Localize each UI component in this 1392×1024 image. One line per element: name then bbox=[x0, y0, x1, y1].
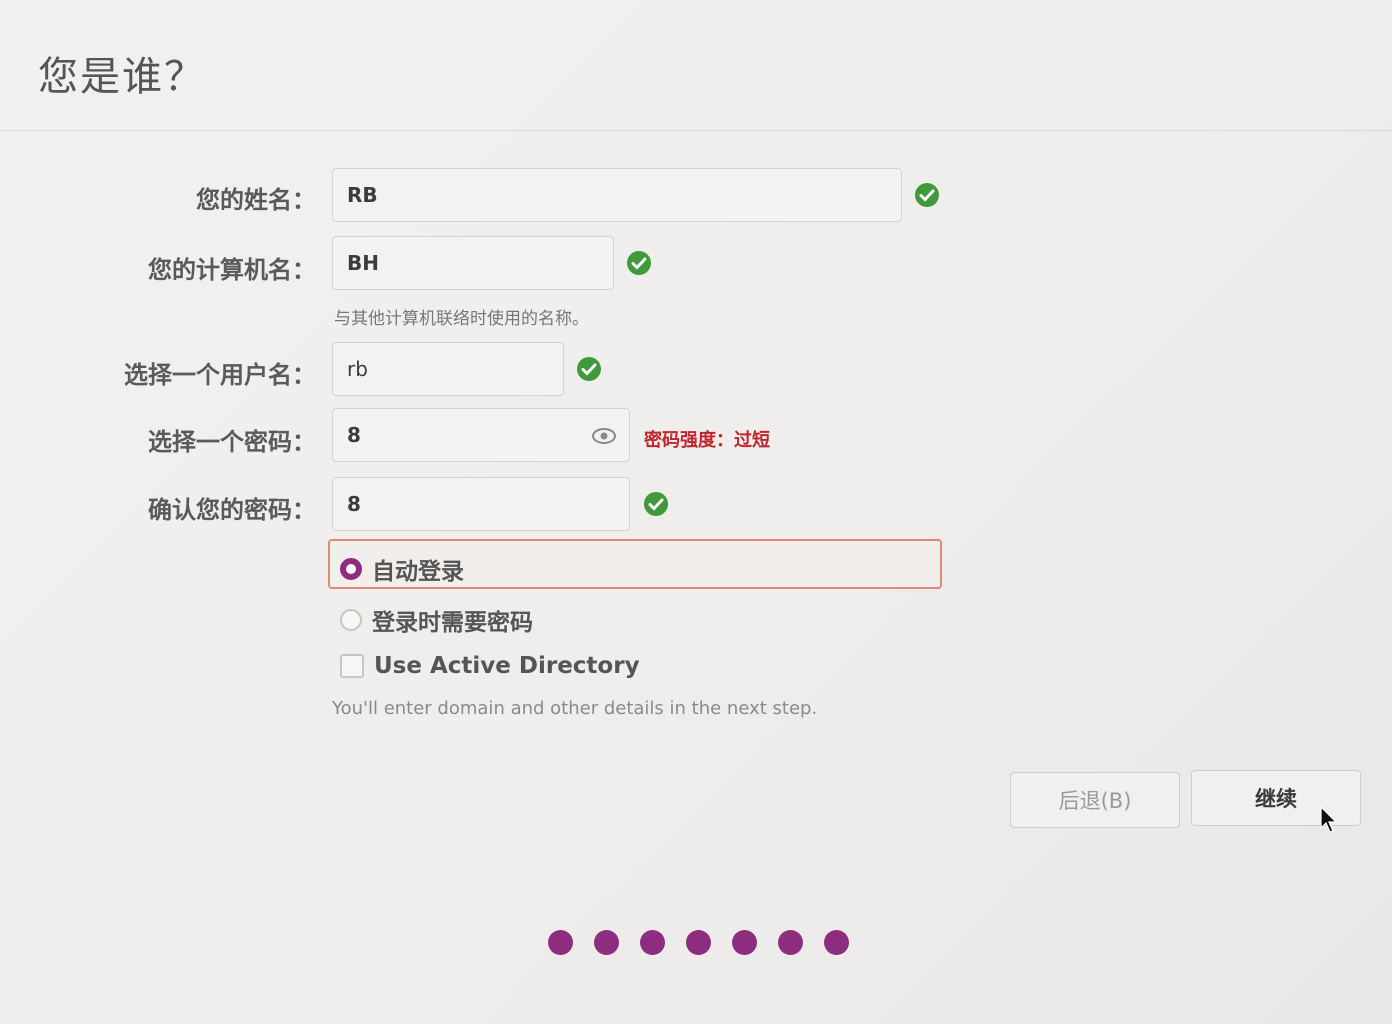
installer-window: 您是谁？ 您的姓名： RB 您的计算机名： BH 与其他计算机联络时使用的名称。… bbox=[0, 0, 1392, 1024]
page-title: 您是谁？ bbox=[38, 54, 206, 100]
confirm-password-field[interactable]: 8 bbox=[332, 477, 630, 531]
step-dot bbox=[548, 930, 573, 955]
active-directory-hint: You'll enter domain and other details in… bbox=[332, 698, 818, 719]
computer-name-hint: 与其他计算机联络时使用的名称。 bbox=[334, 309, 589, 329]
step-dot bbox=[732, 930, 757, 955]
step-dot bbox=[594, 930, 619, 955]
confirm-password-label: 确认您的密码： bbox=[148, 496, 316, 524]
password-strength-text: 密码强度：过短 bbox=[644, 430, 770, 451]
title-divider bbox=[0, 130, 1392, 131]
back-button[interactable]: 后退(B) bbox=[1010, 772, 1180, 828]
step-dot bbox=[824, 930, 849, 955]
step-dot bbox=[686, 930, 711, 955]
computer-name-label: 您的计算机名： bbox=[148, 256, 316, 284]
confirm-password-valid-icon bbox=[644, 492, 668, 516]
auto-login-option[interactable]: 自动登录 bbox=[340, 552, 464, 586]
active-directory-option[interactable]: Use Active Directory bbox=[340, 653, 640, 679]
username-field[interactable]: rb bbox=[332, 342, 564, 396]
auto-login-radio[interactable] bbox=[340, 558, 362, 580]
active-directory-label: Use Active Directory bbox=[374, 653, 640, 679]
step-progress-dots bbox=[548, 930, 849, 955]
computer-name-valid-icon bbox=[627, 251, 651, 275]
computer-name-field[interactable]: BH bbox=[332, 236, 614, 290]
auto-login-label: 自动登录 bbox=[372, 559, 464, 585]
step-dot bbox=[778, 930, 803, 955]
password-field[interactable]: 8 bbox=[332, 408, 630, 462]
show-password-icon[interactable] bbox=[591, 427, 617, 445]
name-field[interactable]: RB bbox=[332, 168, 902, 222]
name-valid-icon bbox=[915, 183, 939, 207]
name-label: 您的姓名： bbox=[196, 186, 316, 214]
require-password-option[interactable]: 登录时需要密码 bbox=[340, 603, 533, 637]
username-label: 选择一个用户名： bbox=[124, 361, 316, 389]
step-dot bbox=[640, 930, 665, 955]
password-label: 选择一个密码： bbox=[148, 428, 316, 456]
require-password-label: 登录时需要密码 bbox=[372, 610, 533, 636]
mouse-cursor-icon bbox=[1320, 806, 1338, 833]
active-directory-checkbox[interactable] bbox=[340, 654, 364, 678]
require-password-radio[interactable] bbox=[340, 609, 362, 631]
username-valid-icon bbox=[577, 357, 601, 381]
